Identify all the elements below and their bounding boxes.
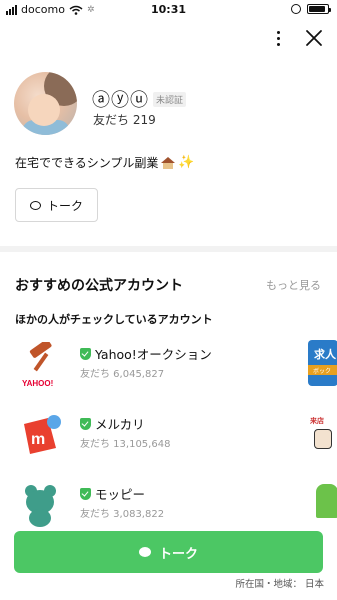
chat-bubble-icon: [138, 542, 151, 557]
status-bar: docomo ✲ 10:31: [0, 0, 337, 20]
verified-shield-icon: [80, 347, 91, 360]
svg-text:m: m: [31, 431, 45, 448]
svg-text:YAHOO!: YAHOO!: [22, 379, 53, 388]
account-name-row: モッピー: [80, 484, 145, 503]
status-message-text: 在宅でできるシンプル副業: [15, 156, 159, 170]
dot: [276, 36, 280, 40]
account-friends: 友だち 3,083,822: [80, 509, 165, 520]
talk-button-label: トーク: [46, 198, 83, 213]
see-more-link[interactable]: もっと見る: [266, 277, 321, 293]
more-options-button[interactable]: [268, 28, 288, 48]
peek-account-card[interactable]: [308, 480, 337, 526]
moppy-icon: [25, 485, 56, 527]
friends-count: 友だち 219: [93, 113, 156, 127]
profile-name: ⓐⓨⓤ: [92, 90, 149, 111]
peek-text: 来店: [310, 417, 324, 425]
account-name: モッピー: [95, 487, 146, 502]
account-name-row: メルカリ: [80, 414, 145, 433]
country-label: 所在国・地域： 日本: [235, 579, 324, 590]
peek-account-card[interactable]: 求人 ボック: [308, 340, 337, 386]
sparkle-icon: ✨: [178, 155, 195, 170]
status-message: 在宅でできるシンプル副業 ✨: [15, 154, 195, 171]
peek-text: 求人: [314, 348, 336, 361]
avatar[interactable]: [14, 72, 77, 135]
peek-text: ボック: [308, 365, 337, 375]
talk-button-small[interactable]: トーク: [15, 188, 98, 222]
verified-shield-icon: [80, 417, 91, 430]
account-name: メルカリ: [95, 417, 145, 432]
close-icon[interactable]: [304, 28, 324, 48]
account-row-mercari[interactable]: m メルカリ 友だち 13,105,648 来店: [0, 408, 337, 464]
talk-button[interactable]: トーク: [14, 531, 323, 573]
avatar-baby: [28, 94, 60, 126]
dot: [276, 30, 280, 34]
verified-shield-icon: [80, 487, 91, 500]
talk-button-label: トーク: [158, 546, 198, 562]
account-friends: 友だち 6,045,827: [80, 369, 165, 380]
account-name-row: Yahoo!オークション: [80, 344, 212, 363]
profile-name-row: ⓐⓨⓤ 未認証: [92, 86, 187, 112]
battery-fill: [309, 6, 326, 12]
account-row-yahoo-auction[interactable]: YAHOO! Yahoo!オークション 友だち 6,045,827 求人 ボック: [0, 338, 337, 394]
rotation-lock-icon: [291, 4, 301, 14]
dot: [276, 42, 280, 46]
section-divider: [0, 246, 337, 252]
account-row-moppy[interactable]: モッピー 友だち 3,083,822: [0, 478, 337, 534]
peek-mascot: [314, 429, 332, 449]
account-name: Yahoo!オークション: [95, 347, 212, 362]
account-friends: 友だち 13,105,648: [80, 439, 171, 450]
house-icon: [161, 156, 176, 169]
status-right: [291, 4, 331, 14]
recommend-subtitle: ほかの人がチェックしているアカウント: [15, 313, 213, 326]
unverified-badge: 未認証: [153, 91, 187, 107]
status-time: 10:31: [150, 3, 186, 16]
chat-bubble-icon: [29, 200, 41, 210]
battery-icon: [307, 4, 331, 14]
yahoo-auction-gavel-icon: YAHOO!: [22, 342, 53, 388]
mercari-icon: m: [24, 415, 61, 454]
recommend-title: おすすめの公式アカウント: [15, 278, 183, 294]
peek-mascot: [316, 484, 337, 518]
peek-account-card[interactable]: 来店: [308, 410, 337, 456]
